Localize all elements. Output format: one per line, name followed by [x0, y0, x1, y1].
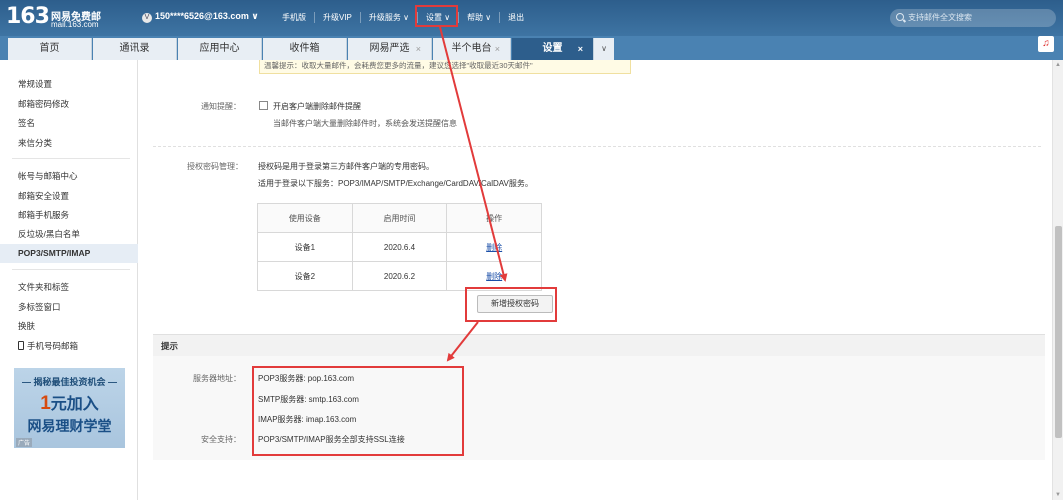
col-action: 操作 — [446, 203, 542, 233]
tab-radio[interactable]: 半个电台 × — [433, 38, 511, 60]
delete-reminder-checkbox[interactable] — [259, 101, 268, 110]
sidebar-divider — [12, 158, 130, 159]
date-cell: 2020.6.4 — [351, 232, 448, 262]
vip-badge-icon: V — [142, 13, 152, 23]
tab-label: 通讯录 — [119, 43, 150, 54]
close-icon[interactable]: × — [416, 38, 421, 60]
col-device: 使用设备 — [257, 203, 353, 233]
close-icon[interactable]: × — [495, 38, 500, 60]
add-button-highlight-box — [465, 287, 557, 322]
sidebar-item-signature[interactable]: 签名 — [18, 117, 35, 129]
ad-line2: 1元加入 — [14, 390, 125, 415]
header-links: 手机版 升级VIP 升级服务 ∨ 设置 ∨ 帮助 ∨ 退出 — [274, 12, 532, 23]
sidebar-item-skin[interactable]: 换肤 — [18, 320, 35, 332]
tab-more-chevron-icon[interactable]: ∨ — [594, 38, 614, 60]
sidebar-item-antispam[interactable]: 反垃圾/黑白名单 — [18, 228, 80, 240]
auth-code-label: 授权密码管理： — [187, 162, 243, 171]
col-date: 启用时间 — [351, 203, 448, 233]
tab-home[interactable]: 首页 — [8, 38, 92, 60]
tab-inbox[interactable]: 收件箱 — [263, 38, 347, 60]
tab-app-center[interactable]: 应用中心 — [178, 38, 262, 60]
settings-sidebar: 常规设置 邮箱密码修改 签名 来信分类 帐号与邮箱中心 邮箱安全设置 邮箱手机服… — [0, 60, 138, 500]
table-header-row: 使用设备 启用时间 操作 — [257, 203, 542, 233]
logo-domain: mail.163.com — [51, 20, 99, 29]
scroll-thumb[interactable] — [1055, 226, 1062, 438]
help-menu[interactable]: 帮助 ∨ — [458, 12, 499, 23]
section-divider — [153, 146, 1041, 147]
tab-contacts[interactable]: 通讯录 — [93, 38, 177, 60]
auth-code-services: 适用于登录以下服务：POP3/IMAP/SMTP/Exchange/CardDA… — [258, 179, 533, 188]
sidebar-item-folders[interactable]: 文件夹和标签 — [18, 281, 69, 293]
warning-notice: 温馨提示：收取大量邮件，会耗费您更多的流量，建议您选择"收取最近30天邮件" — [259, 60, 631, 74]
ad-join: 元加入 — [50, 396, 99, 413]
phone-icon — [18, 341, 24, 350]
upgrade-vip-link[interactable]: 升级VIP — [314, 12, 360, 23]
account-menu[interactable]: V 150****6526@163.com ∨ — [142, 11, 259, 23]
scroll-down-arrow-icon[interactable]: ▼ — [1055, 492, 1061, 498]
sidebar-item-filters[interactable]: 来信分类 — [18, 137, 52, 149]
sidebar-item-pop3[interactable]: POP3/SMTP/IMAP — [0, 244, 138, 263]
tab-label: 网易严选 — [369, 43, 410, 54]
device-cell: 设备1 — [257, 232, 353, 262]
logo-number: 163 — [6, 4, 50, 29]
ad-banner[interactable]: — 揭秘最佳投资机会 — 1元加入 网易理财学堂 广告 — [14, 368, 125, 448]
tab-settings[interactable]: 设置 × — [512, 38, 594, 60]
tab-label: 首页 — [39, 43, 60, 54]
server-address-label: 服务器地址： — [193, 374, 241, 383]
search-icon — [896, 13, 904, 21]
sidebar-divider — [12, 269, 130, 270]
notify-label: 通知提醒： — [201, 102, 241, 111]
server-info-highlight-box — [252, 366, 464, 456]
ad-line3: 网易理财学堂 — [27, 418, 112, 434]
auth-device-table: 使用设备 启用时间 操作 设备1 2020.6.4 删除 设备2 2020.6.… — [257, 203, 542, 291]
date-cell: 2020.6.2 — [351, 261, 448, 291]
upgrade-service-menu[interactable]: 升级服务 ∨ — [359, 12, 417, 23]
sidebar-item-general[interactable]: 常规设置 — [18, 78, 52, 90]
tab-label: 半个电台 — [451, 43, 492, 54]
account-email: 150****6526@163.com ∨ — [155, 11, 259, 21]
sidebar-item-security[interactable]: 邮箱安全设置 — [18, 190, 69, 202]
tips-header: 提示 — [153, 334, 1045, 356]
sidebar-item-account-center[interactable]: 帐号与邮箱中心 — [18, 170, 78, 182]
auth-code-desc: 授权码是用于登录第三方邮件客户端的专用密码。 — [258, 162, 434, 171]
search-placeholder: 支持邮件全文搜索 — [908, 13, 972, 22]
ad-tag: 广告 — [16, 438, 33, 447]
logout-link[interactable]: 退出 — [499, 12, 532, 23]
delete-reminder-desc: 当邮件客户端大量删除邮件时，系统会发送提醒信息 — [273, 119, 457, 128]
sidebar-item-phone-service[interactable]: 邮箱手机服务 — [18, 209, 69, 221]
scroll-up-arrow-icon[interactable]: ▲ — [1055, 62, 1061, 68]
table-row: 设备1 2020.6.4 删除 — [257, 232, 542, 262]
tab-bar: 首页 通讯录 应用中心 收件箱 网易严选 × 半个电台 × 设置 × ∨ — [0, 36, 1063, 60]
ad-line1: — 揭秘最佳投资机会 — — [21, 377, 117, 387]
close-icon[interactable]: × — [578, 38, 583, 60]
search-input[interactable]: 支持邮件全文搜索 — [890, 9, 1056, 27]
top-header: 163 网易免费邮 mail.163.com V 150****6526@163.… — [0, 0, 1063, 36]
sidebar-item-multitab[interactable]: 多标签窗口 — [18, 301, 61, 313]
mobile-link[interactable]: 手机版 — [274, 12, 314, 23]
delete-reminder-label[interactable]: 开启客户端删除邮件提醒 — [273, 101, 361, 112]
scrollbar[interactable]: ▲ ▼ — [1052, 60, 1063, 500]
music-icon[interactable]: ♫ — [1038, 36, 1054, 52]
settings-highlight-box — [415, 5, 458, 27]
delete-link[interactable]: 删除 — [486, 272, 502, 281]
device-cell: 设备2 — [257, 261, 353, 291]
tab-label: 应用中心 — [199, 43, 240, 54]
settings-main: 温馨提示：收取大量邮件，会耗费您更多的流量，建议您选择"收取最近30天邮件" 通… — [139, 60, 1051, 500]
tab-yanxuan[interactable]: 网易严选 × — [348, 38, 432, 60]
delete-link[interactable]: 删除 — [486, 243, 502, 252]
sidebar-item-password[interactable]: 邮箱密码修改 — [18, 98, 69, 110]
security-label: 安全支持： — [201, 435, 241, 444]
sidebar-item-phone-mailbox[interactable]: 手机号码邮箱 — [18, 340, 78, 352]
tab-label: 设置 — [542, 43, 563, 54]
ad-price: 1 — [40, 393, 51, 414]
tab-label: 收件箱 — [289, 43, 320, 54]
action-cell: 删除 — [446, 232, 542, 262]
sidebar-item-label: 手机号码邮箱 — [27, 341, 79, 351]
